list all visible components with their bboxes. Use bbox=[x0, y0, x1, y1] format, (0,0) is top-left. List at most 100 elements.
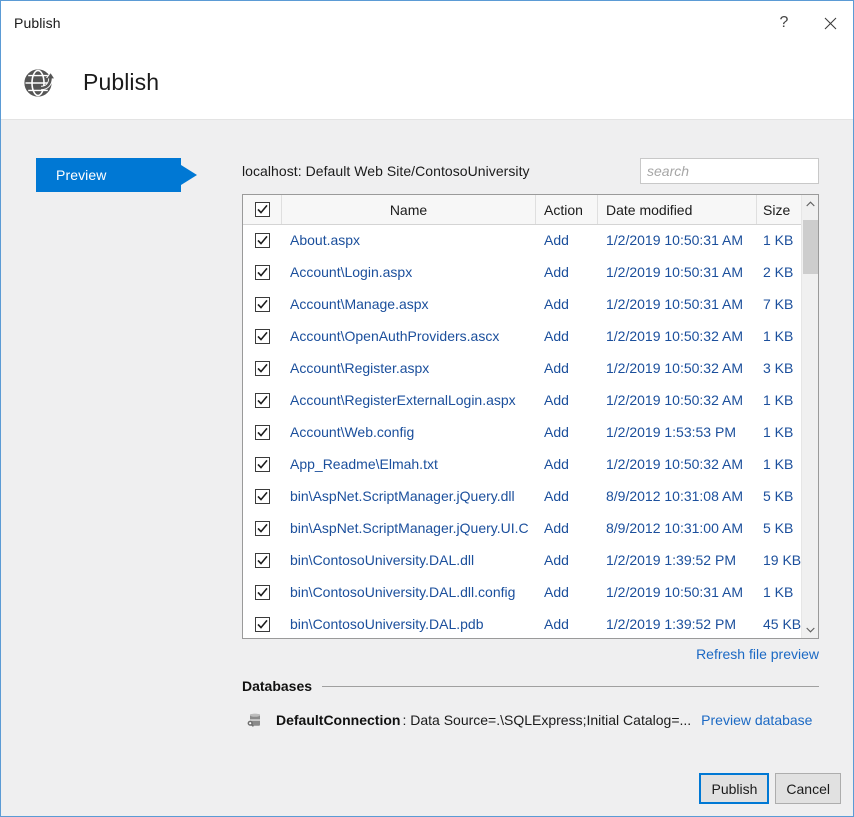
database-name: DefaultConnection bbox=[276, 712, 400, 728]
file-action-cell: Add bbox=[536, 360, 598, 376]
table-row[interactable]: Account\Manage.aspxAdd1/2/2019 10:50:31 … bbox=[243, 288, 818, 320]
file-name-cell: bin\ContosoUniversity.DAL.pdb bbox=[282, 616, 536, 632]
checkmark-icon bbox=[257, 331, 268, 342]
row-checkbox-cell[interactable] bbox=[243, 457, 282, 472]
table-row[interactable]: Account\Web.configAdd1/2/2019 1:53:53 PM… bbox=[243, 416, 818, 448]
chevron-down-icon bbox=[806, 627, 815, 633]
close-button[interactable] bbox=[807, 1, 853, 45]
row-checkbox-cell[interactable] bbox=[243, 265, 282, 280]
checkmark-icon bbox=[257, 555, 268, 566]
database-entry: DefaultConnection : Data Source=.\SQLExp… bbox=[242, 710, 819, 730]
table-row[interactable]: Account\RegisterExternalLogin.aspxAdd1/2… bbox=[243, 384, 818, 416]
file-date-cell: 1/2/2019 10:50:31 AM bbox=[598, 584, 757, 600]
grid-header-size[interactable]: Size bbox=[757, 195, 802, 224]
checkmark-icon bbox=[257, 619, 268, 630]
refresh-file-preview-link[interactable]: Refresh file preview bbox=[696, 646, 819, 662]
row-checkbox-cell[interactable] bbox=[243, 617, 282, 632]
row-checkbox-cell[interactable] bbox=[243, 425, 282, 440]
row-checkbox-cell[interactable] bbox=[243, 393, 282, 408]
tab-preview[interactable]: Preview bbox=[36, 158, 181, 192]
database-icon bbox=[245, 710, 265, 730]
row-checkbox[interactable] bbox=[255, 553, 270, 568]
table-row[interactable]: bin\ContosoUniversity.DAL.dllAdd1/2/2019… bbox=[243, 544, 818, 576]
table-row[interactable]: bin\ContosoUniversity.DAL.dll.configAdd1… bbox=[243, 576, 818, 608]
row-checkbox[interactable] bbox=[255, 233, 270, 248]
window-title: Publish bbox=[1, 15, 61, 31]
grid-header-action[interactable]: Action bbox=[536, 195, 598, 224]
grid-vertical-scrollbar[interactable] bbox=[801, 195, 818, 638]
row-checkbox[interactable] bbox=[255, 521, 270, 536]
file-action-cell: Add bbox=[536, 552, 598, 568]
row-checkbox[interactable] bbox=[255, 265, 270, 280]
cancel-button[interactable]: Cancel bbox=[775, 773, 841, 804]
file-date-cell: 1/2/2019 10:50:31 AM bbox=[598, 296, 757, 312]
file-date-cell: 8/9/2012 10:31:00 AM bbox=[598, 520, 757, 536]
table-row[interactable]: bin\ContosoUniversity.DAL.pdbAdd1/2/2019… bbox=[243, 608, 818, 638]
question-mark-icon: ? bbox=[780, 14, 789, 32]
help-button[interactable]: ? bbox=[761, 1, 807, 45]
select-all-checkbox[interactable] bbox=[255, 202, 270, 217]
checkmark-icon bbox=[257, 363, 268, 374]
row-checkbox-cell[interactable] bbox=[243, 521, 282, 536]
publish-button[interactable]: Publish bbox=[699, 773, 769, 804]
preview-database-link[interactable]: Preview database bbox=[701, 712, 812, 728]
row-checkbox[interactable] bbox=[255, 329, 270, 344]
scrollbar-thumb[interactable] bbox=[803, 220, 818, 274]
file-name-cell: Account\Register.aspx bbox=[282, 360, 536, 376]
databases-header: Databases bbox=[242, 678, 819, 694]
table-row[interactable]: About.aspxAdd1/2/2019 10:50:31 AM1 KB bbox=[243, 224, 818, 256]
file-name-cell: Account\Web.config bbox=[282, 424, 536, 440]
row-checkbox[interactable] bbox=[255, 489, 270, 504]
row-checkbox-cell[interactable] bbox=[243, 329, 282, 344]
row-checkbox-cell[interactable] bbox=[243, 489, 282, 504]
row-checkbox[interactable] bbox=[255, 361, 270, 376]
row-checkbox[interactable] bbox=[255, 457, 270, 472]
table-row[interactable]: bin\AspNet.ScriptManager.jQuery.UI.CAdd8… bbox=[243, 512, 818, 544]
search-box[interactable] bbox=[640, 158, 819, 184]
scroll-down-button[interactable] bbox=[802, 621, 818, 638]
grid-header-row: Name Action Date modified Size bbox=[243, 195, 818, 225]
file-name-cell: bin\ContosoUniversity.DAL.dll bbox=[282, 552, 536, 568]
grid-body: About.aspxAdd1/2/2019 10:50:31 AM1 KBAcc… bbox=[243, 224, 818, 638]
file-preview-grid: Name Action Date modified Size About.asp… bbox=[242, 194, 819, 639]
tab-preview-label: Preview bbox=[36, 167, 107, 183]
file-name-cell: Account\OpenAuthProviders.ascx bbox=[282, 328, 536, 344]
row-checkbox-cell[interactable] bbox=[243, 585, 282, 600]
row-checkbox-cell[interactable] bbox=[243, 233, 282, 248]
row-checkbox-cell[interactable] bbox=[243, 361, 282, 376]
file-action-cell: Add bbox=[536, 392, 598, 408]
search-input[interactable] bbox=[641, 159, 818, 183]
section-divider bbox=[322, 686, 819, 687]
table-row[interactable]: Account\Register.aspxAdd1/2/2019 10:50:3… bbox=[243, 352, 818, 384]
file-date-cell: 1/2/2019 1:39:52 PM bbox=[598, 616, 757, 632]
file-date-cell: 1/2/2019 10:50:31 AM bbox=[598, 232, 757, 248]
checkmark-icon bbox=[257, 427, 268, 438]
close-icon bbox=[824, 17, 837, 30]
row-checkbox[interactable] bbox=[255, 425, 270, 440]
page-title: Publish bbox=[83, 69, 159, 96]
row-checkbox-cell[interactable] bbox=[243, 297, 282, 312]
refresh-row: Refresh file preview bbox=[242, 646, 819, 664]
grid-header-name[interactable]: Name bbox=[282, 195, 536, 224]
grid-header-select-all[interactable] bbox=[243, 195, 282, 224]
file-date-cell: 1/2/2019 10:50:32 AM bbox=[598, 392, 757, 408]
dialog-footer: Publish Cancel bbox=[699, 773, 841, 804]
row-checkbox[interactable] bbox=[255, 617, 270, 632]
scroll-up-button[interactable] bbox=[802, 195, 818, 212]
table-row[interactable]: Account\OpenAuthProviders.ascxAdd1/2/201… bbox=[243, 320, 818, 352]
table-row[interactable]: Account\Login.aspxAdd1/2/2019 10:50:31 A… bbox=[243, 256, 818, 288]
file-action-cell: Add bbox=[536, 296, 598, 312]
table-row[interactable]: bin\AspNet.ScriptManager.jQuery.dllAdd8/… bbox=[243, 480, 818, 512]
table-row[interactable]: App_Readme\Elmah.txtAdd1/2/2019 10:50:32… bbox=[243, 448, 818, 480]
databases-section: Databases DefaultConnec bbox=[242, 678, 819, 730]
row-checkbox[interactable] bbox=[255, 393, 270, 408]
row-checkbox[interactable] bbox=[255, 585, 270, 600]
publish-dialog: Publish ? bbox=[0, 0, 854, 817]
grid-header-date-modified[interactable]: Date modified bbox=[598, 195, 757, 224]
file-action-cell: Add bbox=[536, 584, 598, 600]
row-checkbox-cell[interactable] bbox=[243, 553, 282, 568]
window-controls: ? bbox=[761, 1, 853, 45]
file-date-cell: 1/2/2019 1:53:53 PM bbox=[598, 424, 757, 440]
dialog-header: Publish bbox=[1, 45, 853, 120]
row-checkbox[interactable] bbox=[255, 297, 270, 312]
